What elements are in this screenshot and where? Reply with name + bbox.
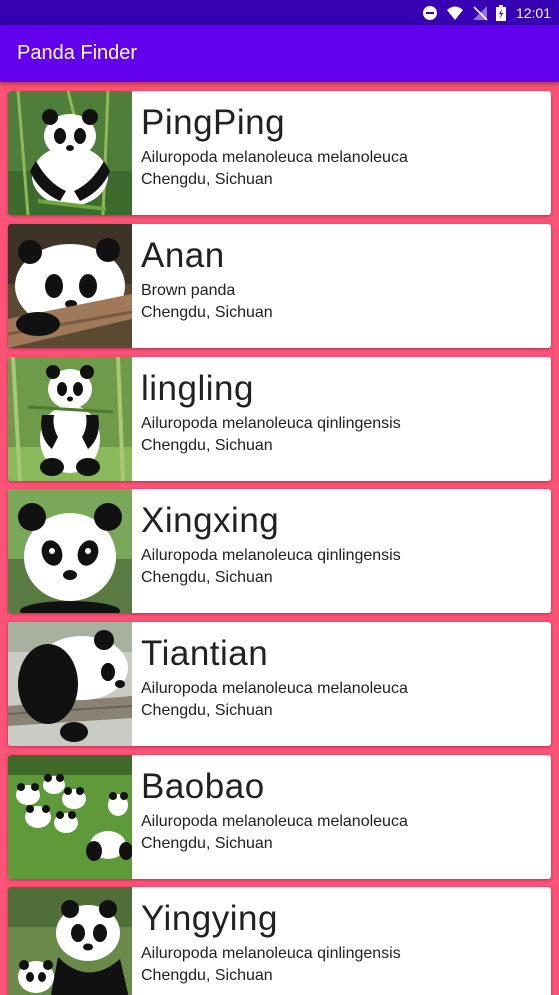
panda-name: PingPing bbox=[141, 103, 286, 142]
panda-location: Chengdu, Sichuan bbox=[141, 835, 273, 852]
status-icons: 12:01 bbox=[422, 0, 551, 25]
app-bar: Panda Finder bbox=[0, 25, 559, 82]
panda-species: Ailuropoda melanoleuca qinlingensis bbox=[141, 945, 401, 962]
panda-on-log-photo bbox=[8, 224, 132, 348]
panda-location: Chengdu, Sichuan bbox=[141, 967, 273, 984]
panda-species: Ailuropoda melanoleuca qinlingensis bbox=[141, 547, 401, 564]
panda-name: Yingying bbox=[141, 899, 278, 938]
panda-location: Chengdu, Sichuan bbox=[141, 702, 273, 719]
panda-name: Tiantian bbox=[141, 634, 269, 673]
do-not-disturb-icon bbox=[422, 5, 438, 21]
panda-location: Chengdu, Sichuan bbox=[141, 304, 273, 321]
panda-species: Brown panda bbox=[141, 282, 236, 299]
panda-species: Ailuropoda melanoleuca melanoleuca bbox=[141, 680, 408, 697]
panda-sleeping-on-branch-photo bbox=[8, 622, 132, 746]
panda-name: Anan bbox=[141, 236, 225, 275]
panda-card[interactable]: Yingying Ailuropoda melanoleuca qinlinge… bbox=[8, 887, 551, 995]
panda-species: Ailuropoda melanoleuca qinlingensis bbox=[141, 415, 401, 432]
panda-species: Ailuropoda melanoleuca melanoleuca bbox=[141, 813, 408, 830]
battery-charging-icon bbox=[495, 4, 506, 21]
panda-location: Chengdu, Sichuan bbox=[141, 569, 273, 586]
panda-name: lingling bbox=[141, 369, 254, 408]
panda-location: Chengdu, Sichuan bbox=[141, 437, 273, 454]
panda-card[interactable]: Xingxing Ailuropoda melanoleuca qinlinge… bbox=[8, 489, 551, 613]
panda-card[interactable]: Tiantian Ailuropoda melanoleuca melanole… bbox=[8, 622, 551, 746]
panda-card[interactable]: lingling Ailuropoda melanoleuca qinlinge… bbox=[8, 357, 551, 481]
panda-sitting-photo bbox=[8, 357, 132, 481]
panda-list[interactable]: PingPing Ailuropoda melanoleuca melanole… bbox=[0, 82, 559, 995]
status-bar: 12:01 bbox=[0, 0, 559, 25]
no-signal-icon bbox=[472, 5, 488, 21]
panda-mother-and-cub-photo bbox=[8, 887, 132, 995]
panda-card[interactable]: PingPing Ailuropoda melanoleuca melanole… bbox=[8, 91, 551, 215]
panda-eating-bamboo-photo bbox=[8, 91, 132, 215]
panda-group-on-grass-photo bbox=[8, 755, 132, 879]
clock: 12:01 bbox=[515, 4, 551, 21]
panda-species: Ailuropoda melanoleuca melanoleuca bbox=[141, 149, 408, 166]
panda-card[interactable]: Baobao Ailuropoda melanoleuca melanoleuc… bbox=[8, 755, 551, 879]
panda-card[interactable]: Anan Brown panda Chengdu, Sichuan bbox=[8, 224, 551, 348]
panda-name: Xingxing bbox=[141, 501, 280, 540]
panda-face-photo bbox=[8, 489, 132, 613]
wifi-icon bbox=[446, 5, 464, 21]
panda-name: Baobao bbox=[141, 767, 265, 806]
app-title: Panda Finder bbox=[17, 42, 138, 64]
panda-location: Chengdu, Sichuan bbox=[141, 171, 273, 188]
